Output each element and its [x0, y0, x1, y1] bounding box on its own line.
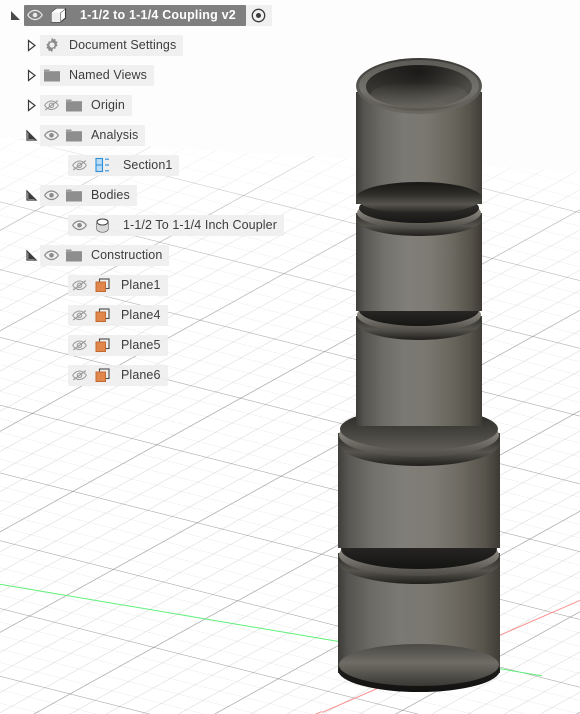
eye-visible-icon[interactable]	[68, 215, 90, 236]
eye-hidden-icon[interactable]	[68, 305, 90, 326]
tree-row-bodies[interactable]: Bodies	[0, 180, 330, 210]
collapsed-triangle-icon[interactable]	[22, 95, 40, 116]
tree-item-label: Document Settings	[69, 38, 177, 52]
eye-visible-icon[interactable]	[24, 5, 46, 26]
tree-item-label: Analysis	[91, 128, 139, 142]
tree-item-label: Plane5	[121, 338, 161, 352]
eye-hidden-icon[interactable]	[68, 275, 90, 296]
eye-hidden-icon[interactable]	[68, 335, 90, 356]
eye-hidden-icon[interactable]	[68, 155, 90, 176]
folder-icon	[62, 245, 86, 266]
tree-item-label: Plane1	[121, 278, 161, 292]
expanded-triangle-icon[interactable]	[6, 5, 24, 26]
tree-row-named-views[interactable]: Named Views	[0, 60, 330, 90]
expanded-triangle-icon[interactable]	[22, 125, 40, 146]
eye-visible-icon[interactable]	[40, 245, 62, 266]
construction-plane-icon	[90, 305, 114, 326]
eye-visible-icon[interactable]	[40, 125, 62, 146]
folder-icon	[62, 185, 86, 206]
coupler-body[interactable]	[330, 48, 540, 692]
expanded-triangle-icon[interactable]	[22, 185, 40, 206]
tree-row-plane6[interactable]: Plane6	[0, 360, 330, 390]
construction-plane-icon	[90, 275, 114, 296]
tree-item-label: Plane4	[121, 308, 161, 322]
eye-hidden-icon[interactable]	[68, 365, 90, 386]
activate-target-icon[interactable]	[245, 4, 272, 26]
tree-item-label: Plane6	[121, 368, 161, 382]
folder-icon	[62, 95, 86, 116]
gear-icon	[40, 35, 64, 56]
tree-row-plane1[interactable]: Plane1	[0, 270, 330, 300]
browser-tree[interactable]: 1-1/2 to 1-1/4 Coupling v2 Document Sett…	[0, 0, 330, 390]
tree-item-label: Named Views	[69, 68, 147, 82]
section-analysis-icon	[90, 155, 114, 176]
tree-item-label: Section1	[123, 158, 173, 172]
expanded-triangle-icon[interactable]	[22, 245, 40, 266]
tree-row-construction[interactable]: Construction	[0, 240, 330, 270]
tree-row-origin[interactable]: Origin	[0, 90, 330, 120]
tree-row-plane5[interactable]: Plane5	[0, 330, 330, 360]
folder-icon	[40, 65, 64, 86]
tree-item-label: Construction	[91, 248, 163, 262]
tree-item-label: Bodies	[91, 188, 130, 202]
component-cube-icon	[46, 5, 70, 26]
construction-plane-icon	[90, 365, 114, 386]
collapsed-triangle-icon[interactable]	[22, 35, 40, 56]
fusion-window: 1-1/2 to 1-1/4 Coupling v2 Document Sett…	[0, 0, 580, 714]
eye-visible-icon[interactable]	[40, 185, 62, 206]
tree-row-coupler-body[interactable]: 1-1/2 To 1-1/4 Inch Coupler	[0, 210, 330, 240]
body-solid-icon	[90, 215, 114, 236]
collapsed-triangle-icon[interactable]	[22, 65, 40, 86]
eye-hidden-icon[interactable]	[40, 95, 62, 116]
tree-root-label: 1-1/2 to 1-1/4 Coupling v2	[80, 8, 236, 22]
tree-item-label: Origin	[91, 98, 125, 112]
construction-plane-icon	[90, 335, 114, 356]
tree-row-root[interactable]: 1-1/2 to 1-1/4 Coupling v2	[0, 0, 330, 30]
tree-row-document-settings[interactable]: Document Settings	[0, 30, 330, 60]
tree-item-label: 1-1/2 To 1-1/4 Inch Coupler	[123, 218, 277, 232]
folder-icon	[62, 125, 86, 146]
tree-row-plane4[interactable]: Plane4	[0, 300, 330, 330]
tree-row-analysis[interactable]: Analysis	[0, 120, 330, 150]
tree-row-section1[interactable]: Section1	[0, 150, 330, 180]
